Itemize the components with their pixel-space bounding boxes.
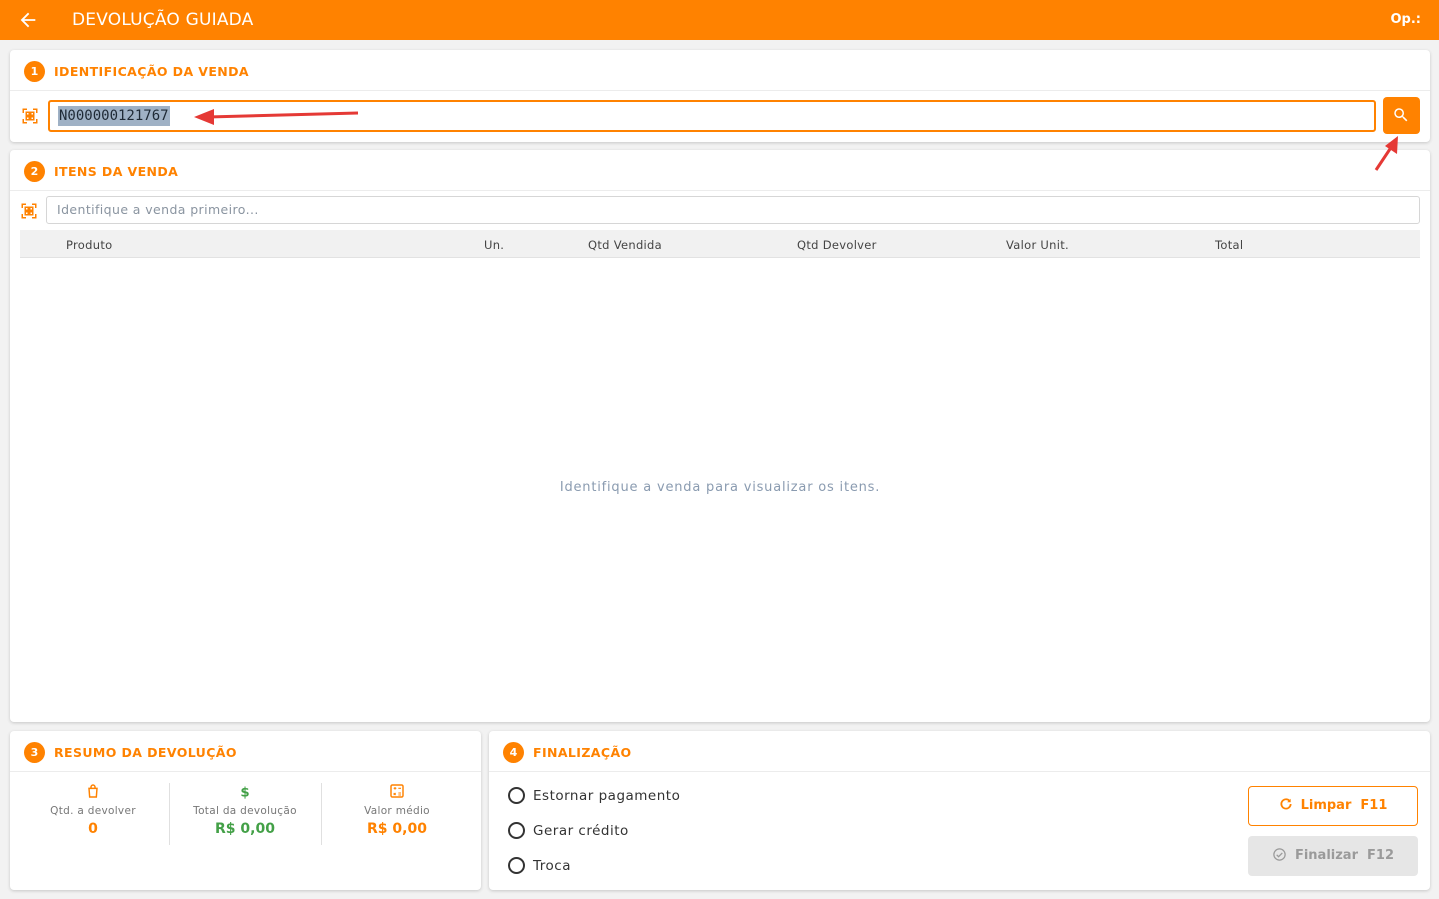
card-title: ITENS DA VENDA — [54, 164, 179, 179]
sale-items-card: 2 ITENS DA VENDA Identifique a venda pri… — [10, 150, 1430, 722]
column-header-valor-unit: Valor Unit. — [1006, 238, 1070, 252]
app-header: DEVOLUÇÃO GUIADA Op.: — [0, 0, 1439, 40]
radio-label: Gerar crédito — [533, 823, 629, 839]
summary-label: Qtd. a devolver — [50, 805, 136, 817]
dollar-icon: $ — [240, 785, 249, 799]
card-header: 4 FINALIZAÇÃO — [489, 731, 1430, 772]
refresh-icon — [1280, 798, 1292, 810]
step-badge: 3 — [24, 742, 45, 763]
radio-label: Troca — [533, 858, 571, 874]
card-title: RESUMO DA DEVOLUÇÃO — [54, 745, 237, 760]
finish-button-shortcut: F12 — [1367, 848, 1395, 863]
clear-button[interactable]: Limpar F11 — [1248, 786, 1418, 826]
card-title: IDENTIFICAÇÃO DA VENDA — [54, 64, 249, 79]
items-table-header: Produto Un. Qtd Vendida Qtd Devolver Val… — [20, 230, 1420, 258]
summary-average: Valor médio R$ 0,00 — [322, 783, 472, 837]
step-badge: 2 — [24, 161, 45, 182]
clear-button-label: Limpar — [1300, 798, 1352, 813]
card-header: 2 ITENS DA VENDA — [10, 150, 1430, 191]
operator-label: Op.: — [1390, 12, 1422, 27]
barcode-scan-icon[interactable] — [20, 202, 38, 220]
finalization-card: 4 FINALIZAÇÃO Estornar pagamento Gerar c… — [489, 731, 1430, 890]
sale-identification-card: 1 IDENTIFICAÇÃO DA VENDA N000000121767 — [10, 50, 1430, 142]
radio-label: Estornar pagamento — [533, 788, 681, 804]
column-header-un: Un. — [484, 238, 505, 252]
radio-troca[interactable]: Troca — [508, 855, 728, 877]
card-header: 1 IDENTIFICAÇÃO DA VENDA — [10, 50, 1430, 91]
sale-id-input[interactable]: N000000121767 — [48, 100, 1376, 132]
radio-circle[interactable] — [508, 857, 525, 874]
page-title: DEVOLUÇÃO GUIADA — [72, 10, 254, 30]
step-badge: 4 — [503, 742, 524, 763]
search-button[interactable] — [1383, 97, 1420, 134]
card-title: FINALIZAÇÃO — [533, 745, 632, 760]
summary-label: Valor médio — [364, 805, 430, 817]
calculator-icon — [390, 784, 404, 798]
summary-value: R$ 0,00 — [367, 821, 427, 837]
empty-state-message: Identifique a venda para visualizar os i… — [559, 480, 881, 495]
radio-circle[interactable] — [508, 787, 525, 804]
back-arrow-icon[interactable] — [17, 9, 39, 31]
summary-total: $ Total da devolução R$ 0,00 — [170, 783, 320, 837]
summary-value: 0 — [88, 821, 98, 837]
column-header-qtd-vendida: Qtd Vendida — [588, 238, 662, 252]
step-badge: 1 — [24, 61, 45, 82]
summary-label: Total da devolução — [193, 805, 297, 817]
summary-qty: Qtd. a devolver 0 — [18, 783, 168, 837]
barcode-scan-icon[interactable] — [21, 107, 39, 125]
column-header-qtd-devolver: Qtd Devolver — [797, 238, 877, 252]
clear-button-shortcut: F11 — [1360, 798, 1388, 813]
summary-value: R$ 0,00 — [215, 821, 275, 837]
column-header-produto: Produto — [66, 238, 113, 252]
finish-button-label: Finalizar — [1294, 848, 1358, 863]
card-header: 3 RESUMO DA DEVOLUÇÃO — [10, 731, 481, 772]
radio-circle[interactable] — [508, 822, 525, 839]
radio-estornar-pagamento[interactable]: Estornar pagamento — [508, 785, 728, 807]
return-summary-card: 3 RESUMO DA DEVOLUÇÃO Qtd. a devolver 0 … — [10, 731, 481, 890]
shopping-bag-icon — [88, 784, 98, 798]
radio-gerar-credito[interactable]: Gerar crédito — [508, 820, 728, 842]
selected-text: N000000121767 — [58, 106, 170, 126]
check-circle-icon — [1273, 847, 1286, 861]
search-icon — [1394, 108, 1408, 122]
svg-text:$: $ — [240, 785, 249, 799]
item-search-input[interactable]: Identifique a venda primeiro... — [46, 196, 1420, 224]
column-header-total: Total — [1215, 238, 1244, 252]
finish-button[interactable]: Finalizar F12 — [1248, 836, 1418, 876]
